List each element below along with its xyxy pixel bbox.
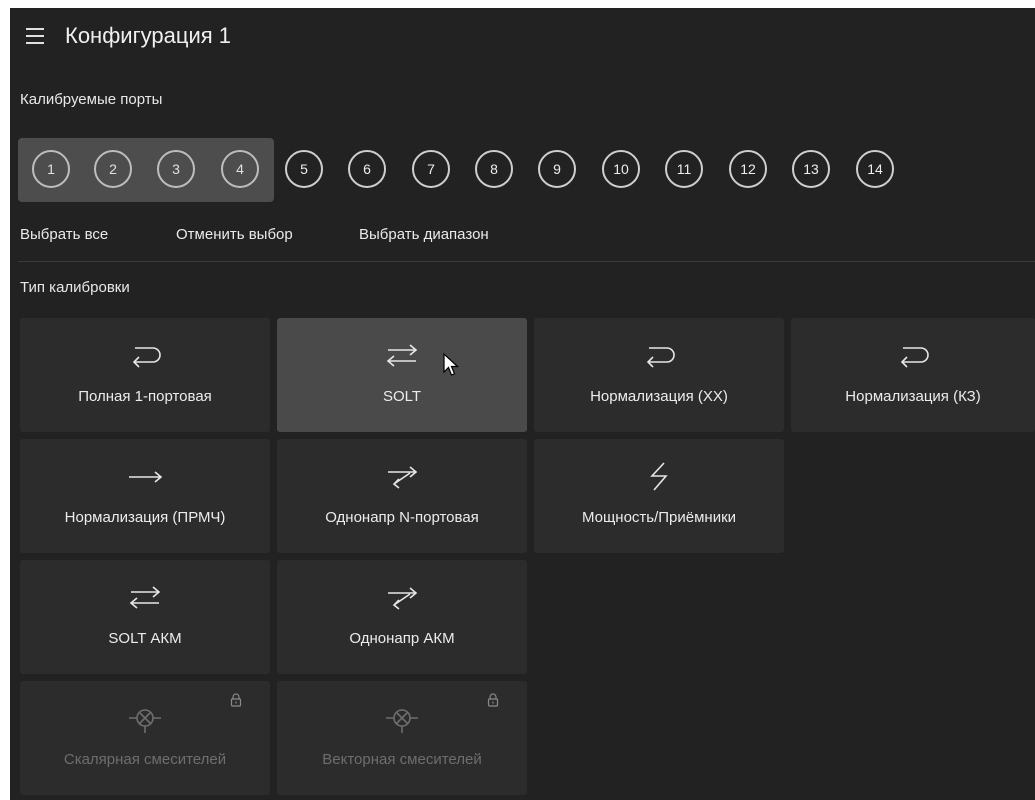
cal-type-solt[interactable]: SOLT xyxy=(277,318,527,432)
lock-icon xyxy=(487,693,499,707)
cal-type-label: Нормализация (КЗ) xyxy=(845,388,981,405)
port-5[interactable]: 5 xyxy=(285,150,323,188)
bidirectional-arrows-icon xyxy=(386,344,418,367)
port-10[interactable]: 10 xyxy=(602,150,640,188)
port-3[interactable]: 3 xyxy=(157,150,195,188)
cal-type-label: Нормализация (XX) xyxy=(590,388,728,405)
cal-type-label: Однонапр N-портовая xyxy=(325,509,479,526)
cal-type-power-receivers[interactable]: Мощность/Приёмники xyxy=(534,439,784,553)
bidirectional-arrows-icon xyxy=(129,586,161,609)
port-11[interactable]: 11 xyxy=(665,150,703,188)
port-2[interactable]: 2 xyxy=(94,150,132,188)
right-arrow-icon xyxy=(129,471,163,483)
header: Конфигурация 1 xyxy=(10,8,1035,70)
cal-type-label: Полная 1-портовая xyxy=(78,388,212,405)
return-arrow-icon xyxy=(646,347,675,368)
port-14[interactable]: 14 xyxy=(856,150,894,188)
calibration-config-panel: Конфигурация 1 Калибруемые порты 1 2 3 4… xyxy=(10,8,1035,800)
lock-icon xyxy=(230,693,242,707)
port-4[interactable]: 4 xyxy=(221,150,259,188)
mixer-icon xyxy=(129,709,161,733)
select-range-button[interactable]: Выбрать диапазон xyxy=(359,226,489,243)
cal-type-label: SOLT АКМ xyxy=(108,630,182,647)
select-all-button[interactable]: Выбрать все xyxy=(20,226,108,243)
lightning-icon xyxy=(650,462,668,491)
cal-type-one-way-n-port[interactable]: Однонапр N-портовая xyxy=(277,439,527,553)
cal-type-label: Векторная смесителей xyxy=(322,751,482,768)
page-title: Конфигурация 1 xyxy=(65,23,231,48)
cal-type-vector-mixer: Векторная смесителей xyxy=(277,681,527,795)
deselect-button[interactable]: Отменить выбор xyxy=(176,226,293,243)
cal-type-label: Однонапр АКМ xyxy=(349,630,455,647)
cal-type-normalization-thru[interactable]: Нормализация (ПРМЧ) xyxy=(20,439,270,553)
port-13[interactable]: 13 xyxy=(792,150,830,188)
one-way-arrows-icon xyxy=(388,466,418,489)
cal-type-one-way-akm[interactable]: Однонапр АКМ xyxy=(277,560,527,674)
mixer-icon xyxy=(386,709,418,733)
cal-type-scalar-mixer: Скалярная смесителей xyxy=(20,681,270,795)
return-arrow-icon xyxy=(900,347,929,368)
cal-type-normalization-open[interactable]: Нормализация (XX) xyxy=(534,318,784,432)
port-8[interactable]: 8 xyxy=(475,150,513,188)
cal-type-label: SOLT xyxy=(382,388,422,405)
ports-section-title: Калибруемые порты xyxy=(20,91,163,108)
one-way-arrows-icon xyxy=(388,587,418,610)
return-arrow-icon xyxy=(132,347,161,368)
cal-type-label: Мощность/Приёмники xyxy=(581,509,737,526)
port-9[interactable]: 9 xyxy=(538,150,576,188)
cal-type-full-1-port[interactable]: Полная 1-портовая xyxy=(20,318,270,432)
cal-type-solt-akm[interactable]: SOLT АКМ xyxy=(20,560,270,674)
mouse-cursor-icon xyxy=(443,352,460,376)
cal-type-normalization-short[interactable]: Нормализация (КЗ) xyxy=(791,318,1035,432)
hamburger-menu-icon[interactable] xyxy=(26,28,44,44)
port-1[interactable]: 1 xyxy=(32,150,70,188)
cal-type-label: Нормализация (ПРМЧ) xyxy=(64,509,226,526)
section-divider xyxy=(18,261,1035,262)
cal-type-label: Скалярная смесителей xyxy=(63,751,227,768)
port-6[interactable]: 6 xyxy=(348,150,386,188)
calibration-type-title: Тип калибровки xyxy=(20,279,130,296)
port-12[interactable]: 12 xyxy=(729,150,767,188)
port-7[interactable]: 7 xyxy=(412,150,450,188)
